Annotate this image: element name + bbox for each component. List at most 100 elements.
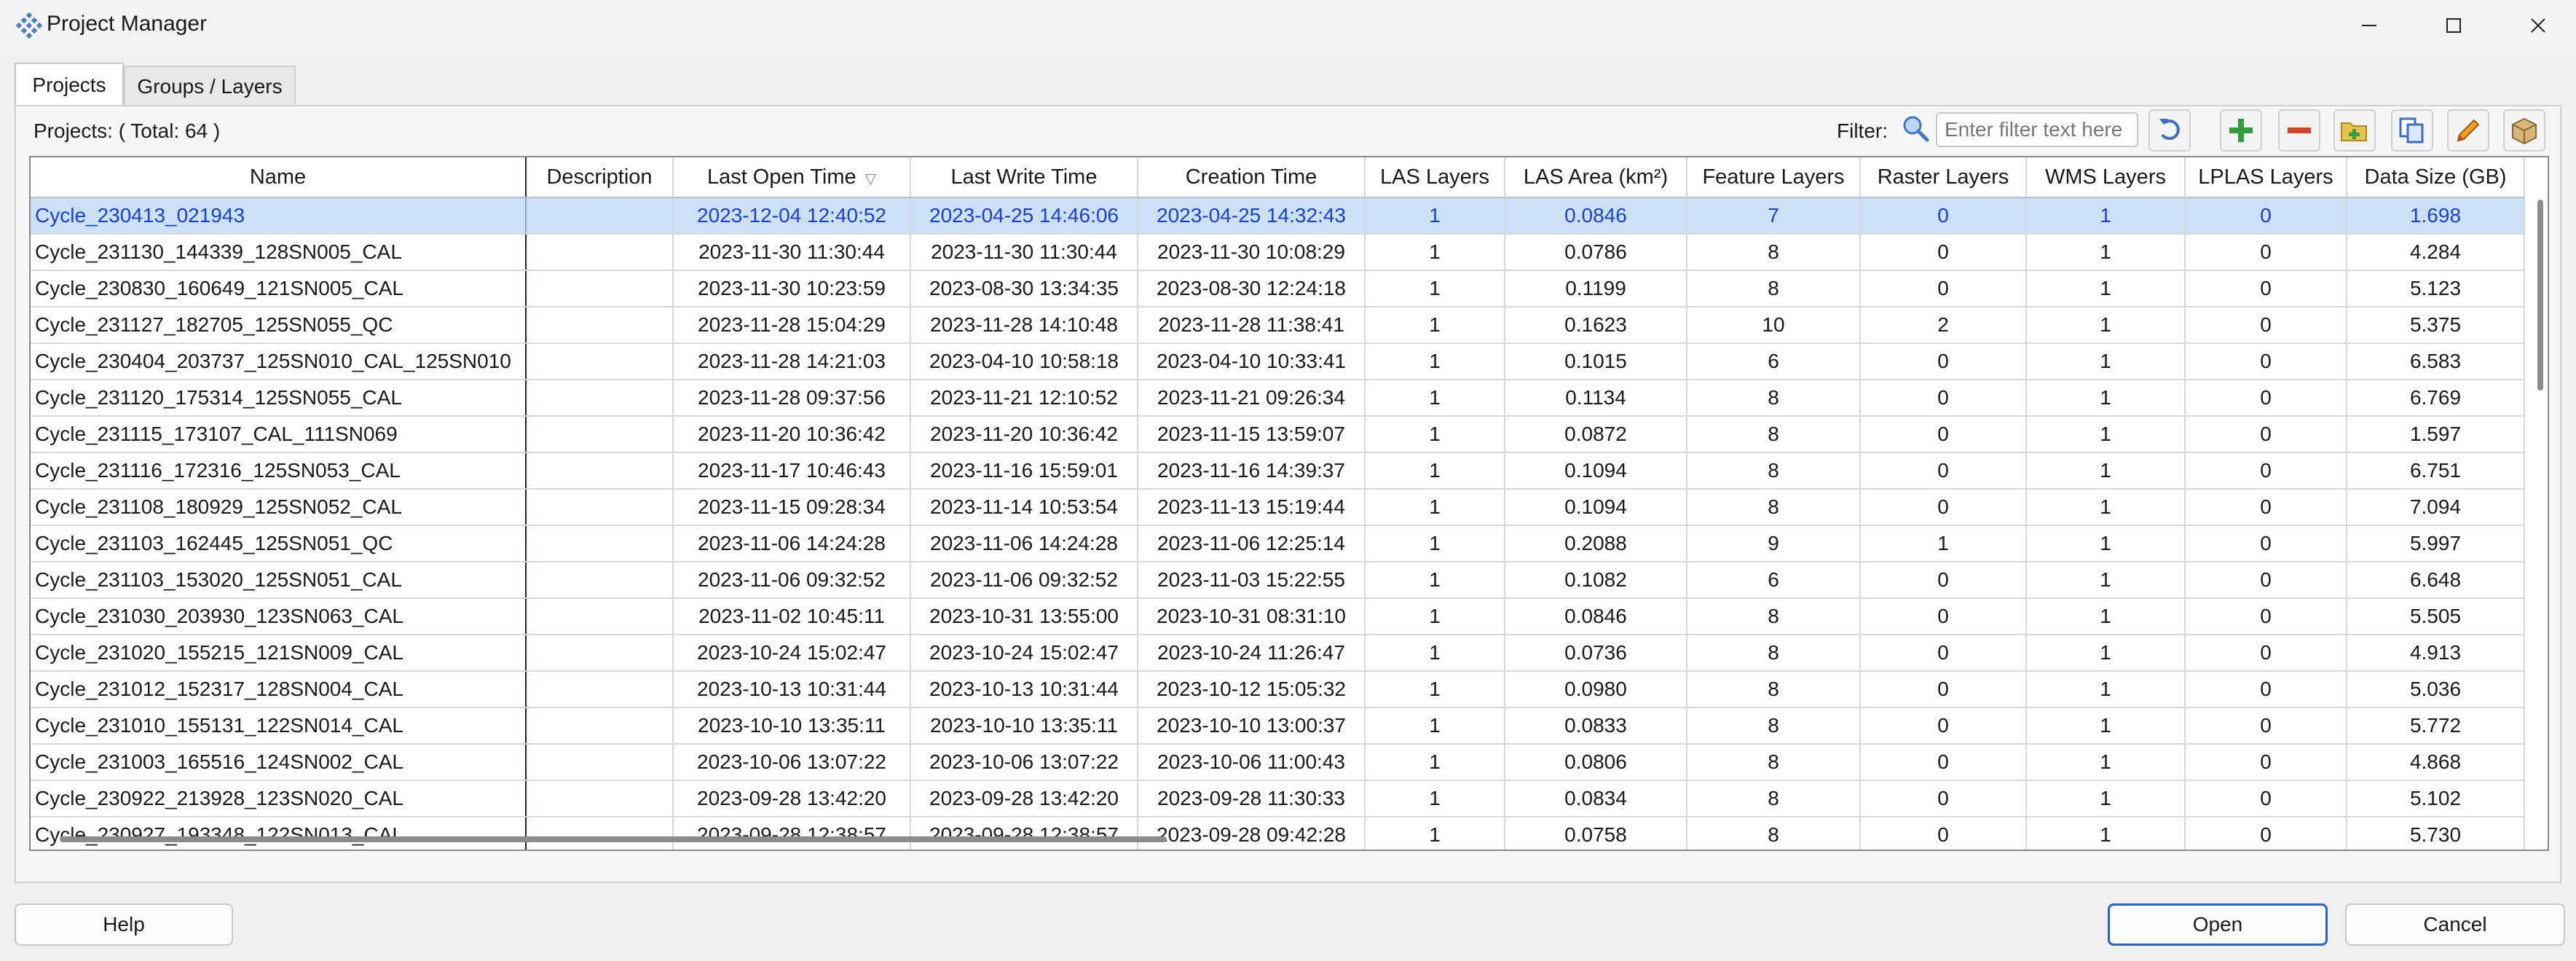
cell-raster-layers: 0: [1860, 635, 2027, 672]
cell-lplas-layers: 0: [2185, 744, 2347, 781]
column-header-creation-time[interactable]: Creation Time: [1138, 157, 1366, 198]
add-icon: [2229, 119, 2253, 142]
cell-last-open-time: 2023-11-30 11:30:44: [673, 234, 911, 271]
open-button[interactable]: Open: [2108, 903, 2328, 946]
cell-raster-layers: 0: [1860, 489, 2027, 526]
minimize-icon: [2362, 25, 2376, 26]
table-row[interactable]: Cycle_231108_180929_125SN052_CAL 2023-11-…: [31, 489, 2525, 526]
cell-last-write-time: 2023-11-30 11:30:44: [910, 234, 1138, 271]
cell-creation-time: 2023-09-28 09:42:28: [1138, 817, 1366, 850]
cell-raster-layers: 0: [1860, 562, 2027, 599]
cell-data-size: 5.036: [2347, 671, 2525, 708]
cell-description: [526, 343, 674, 380]
copy-button[interactable]: [2391, 109, 2433, 152]
table-row[interactable]: Cycle_231120_175314_125SN055_CAL 2023-11-…: [31, 380, 2525, 417]
column-header-raster-layers[interactable]: Raster Layers: [1860, 157, 2027, 198]
table-row[interactable]: Cycle_231103_162445_125SN051_QC 2023-11-0…: [31, 525, 2525, 562]
cell-data-size: 1.597: [2347, 416, 2525, 453]
projects-grid: Name Description Last Open Time ▽ Last Write…: [31, 157, 2525, 850]
column-header-las-layers[interactable]: LAS Layers: [1365, 157, 1505, 198]
column-header-description[interactable]: Description: [526, 157, 674, 198]
maximize-button[interactable]: [2410, 0, 2497, 51]
package-button[interactable]: [2503, 109, 2545, 152]
cell-wms-layers: 1: [2026, 635, 2186, 672]
column-header-data-size[interactable]: Data Size (GB): [2347, 157, 2525, 198]
column-header-wms-layers[interactable]: WMS Layers: [2026, 157, 2186, 198]
cell-las-area: 0.0786: [1505, 234, 1687, 271]
reset-filter-button[interactable]: [2148, 109, 2191, 152]
cell-las-layers: 1: [1365, 270, 1505, 307]
cell-wms-layers: 1: [2026, 707, 2186, 745]
cell-lplas-layers: 0: [2185, 780, 2347, 817]
cell-last-write-time: 2023-08-30 13:34:35: [910, 270, 1138, 307]
table-row[interactable]: Cycle_230413_021943 2023-12-04 12:40:52 20…: [31, 197, 2525, 235]
table-row[interactable]: Cycle_231103_153020_125SN051_CAL 2023-11-…: [31, 562, 2525, 599]
cell-creation-time: 2023-10-31 08:31:10: [1138, 598, 1366, 635]
column-header-feature-layers[interactable]: Feature Layers: [1687, 157, 1861, 198]
cell-creation-time: 2023-10-06 11:00:43: [1138, 744, 1366, 781]
cell-lplas-layers: 0: [2185, 635, 2347, 672]
help-button[interactable]: Help: [15, 903, 233, 946]
table-row[interactable]: Cycle_231116_172316_125SN053_CAL 2023-11-…: [31, 452, 2525, 490]
cell-wms-layers: 1: [2026, 562, 2186, 599]
projects-table: Name Description Last Open Time ▽ Last Write…: [29, 156, 2549, 851]
add-project-button[interactable]: [2220, 109, 2262, 152]
cell-raster-layers: 2: [1860, 307, 2027, 344]
table-row[interactable]: Cycle_230404_203737_125SN010_CAL_125SN01…: [31, 343, 2525, 380]
table-row[interactable]: Cycle_231030_203930_123SN063_CAL 2023-11-…: [31, 598, 2525, 635]
table-row[interactable]: Cycle_231012_152317_128SN004_CAL 2023-10-…: [31, 671, 2525, 708]
cell-lplas-layers: 0: [2185, 343, 2347, 380]
cell-name: Cycle_231120_175314_125SN055_CAL: [31, 380, 527, 417]
cell-name: Cycle_231020_155215_121SN009_CAL: [31, 635, 527, 672]
tab-projects[interactable]: Projects: [15, 63, 124, 106]
close-icon: [2531, 18, 2545, 33]
cell-feature-layers: 8: [1687, 234, 1861, 271]
cell-name: Cycle_230927_193348_122SN013_CAL: [31, 817, 527, 850]
column-header-last-write-time[interactable]: Last Write Time: [910, 157, 1138, 198]
tab-groups-layers[interactable]: Groups / Layers: [124, 66, 296, 106]
cell-description: [526, 817, 674, 850]
cell-name: Cycle_231103_162445_125SN051_QC: [31, 525, 527, 562]
cancel-button[interactable]: Cancel: [2345, 903, 2565, 946]
vertical-scrollbar[interactable]: [2537, 200, 2543, 391]
remove-project-button[interactable]: [2278, 109, 2320, 152]
minimize-button[interactable]: [2325, 0, 2413, 51]
close-button[interactable]: [2494, 0, 2576, 51]
table-row[interactable]: Cycle_230922_213928_123SN020_CAL 2023-09-…: [31, 780, 2525, 817]
horizontal-scrollbar[interactable]: [60, 836, 1167, 842]
cell-las-area: 0.1199: [1505, 270, 1687, 307]
table-row[interactable]: Cycle_231010_155131_122SN014_CAL 2023-10-…: [31, 707, 2525, 745]
table-row[interactable]: Cycle_231130_144339_128SN005_CAL 2023-11-…: [31, 234, 2525, 271]
cell-wms-layers: 1: [2026, 744, 2186, 781]
filter-input[interactable]: [1936, 112, 2138, 147]
table-row[interactable]: Cycle_231127_182705_125SN055_QC 2023-11-2…: [31, 307, 2525, 344]
table-row[interactable]: Cycle_231003_165516_124SN002_CAL 2023-10-…: [31, 744, 2525, 781]
cell-feature-layers: 8: [1687, 780, 1861, 817]
column-header-last-open-time[interactable]: Last Open Time ▽: [673, 157, 911, 198]
cell-feature-layers: 10: [1687, 307, 1861, 344]
table-row[interactable]: Cycle_230927_193348_122SN013_CAL 2023-09-…: [31, 817, 2525, 850]
cell-lplas-layers: 0: [2185, 525, 2347, 562]
cell-creation-time: 2023-04-10 10:33:41: [1138, 343, 1366, 380]
cell-data-size: 5.997: [2347, 525, 2525, 562]
edit-button[interactable]: [2447, 109, 2489, 152]
cell-last-open-time: 2023-10-06 13:07:22: [673, 744, 911, 781]
cell-creation-time: 2023-11-03 15:22:55: [1138, 562, 1366, 599]
cell-raster-layers: 0: [1860, 671, 2027, 708]
table-row[interactable]: Cycle_231020_155215_121SN009_CAL 2023-10-…: [31, 635, 2525, 672]
table-row[interactable]: Cycle_230830_160649_121SN005_CAL 2023-11-…: [31, 270, 2525, 307]
cell-data-size: 1.698: [2347, 197, 2525, 235]
column-header-lplas-layers[interactable]: LPLAS Layers: [2185, 157, 2347, 198]
cell-last-write-time: 2023-04-25 14:46:06: [910, 197, 1138, 235]
cell-last-open-time: 2023-09-28 13:42:20: [673, 780, 911, 817]
cell-las-area: 0.0806: [1505, 744, 1687, 781]
column-header-name[interactable]: Name: [31, 157, 527, 198]
cell-raster-layers: 0: [1860, 452, 2027, 490]
table-row[interactable]: Cycle_231115_173107_CAL_111SN069 2023-11-…: [31, 416, 2525, 453]
cell-last-write-time: 2023-11-06 14:24:28: [910, 525, 1138, 562]
cell-raster-layers: 0: [1860, 780, 2027, 817]
cell-lplas-layers: 0: [2185, 707, 2347, 745]
column-header-las-area[interactable]: LAS Area (km²): [1505, 157, 1687, 198]
add-folder-button[interactable]: [2333, 109, 2376, 152]
cell-lplas-layers: 0: [2185, 270, 2347, 307]
